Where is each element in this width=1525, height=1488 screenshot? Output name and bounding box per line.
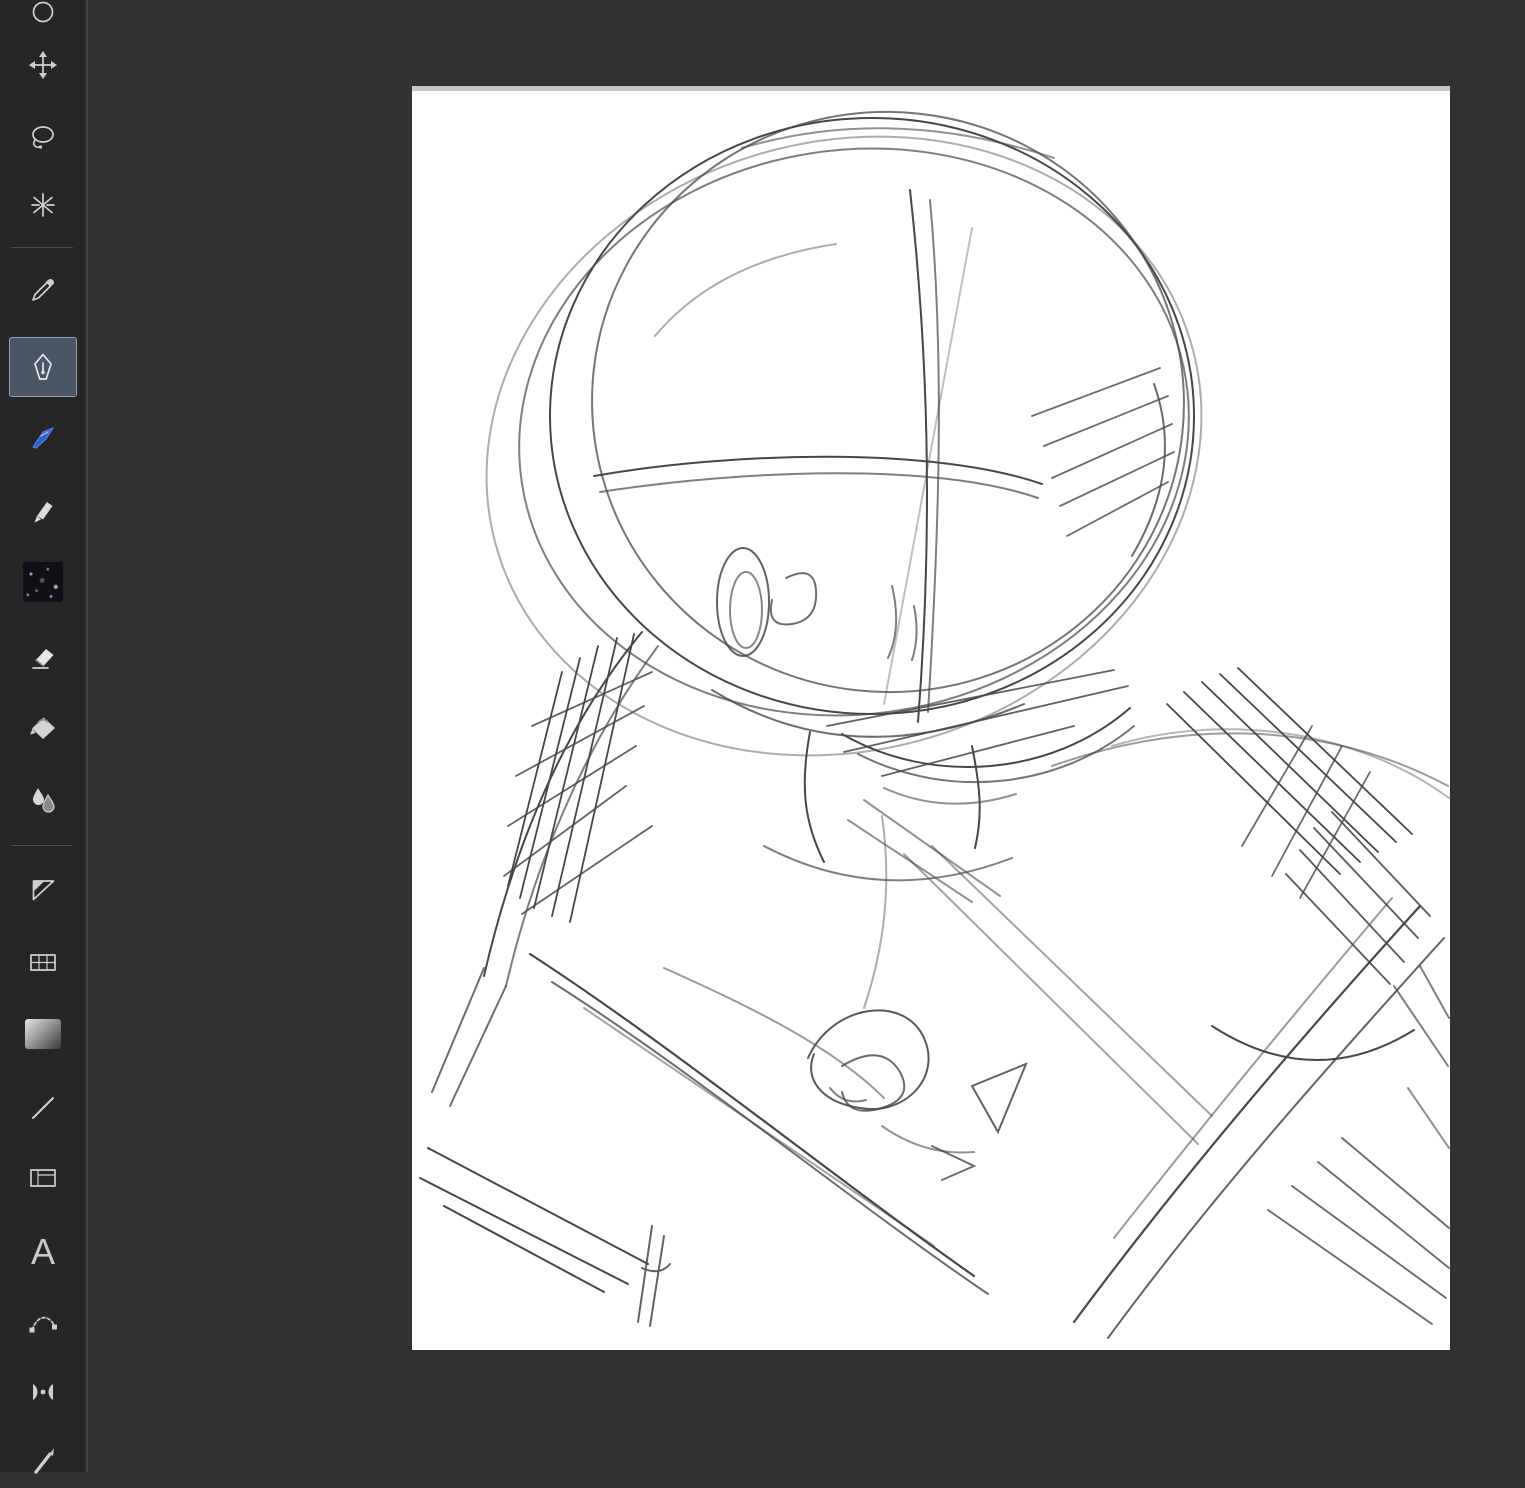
- lasso-icon: [32, 126, 54, 149]
- tool-marker[interactable]: [15, 482, 71, 538]
- tool-blend[interactable]: [15, 772, 71, 828]
- blue-pencil-icon: [32, 426, 55, 449]
- text-icon: A: [30, 1231, 55, 1272]
- tool-color-indicator[interactable]: [15, 0, 71, 40]
- sketch-drawing: [412, 86, 1450, 1339]
- circle-icon: [32, 1, 54, 23]
- marker-icon: [34, 502, 53, 523]
- tool-figure[interactable]: [15, 862, 71, 918]
- tool-eyedropper[interactable]: [15, 262, 71, 318]
- pen-icon: [34, 353, 52, 380]
- tool-decoration[interactable]: [15, 554, 71, 610]
- tool-sidebar: A: [0, 0, 88, 1474]
- eraser-icon: [32, 649, 54, 669]
- line-icon: [32, 1097, 54, 1119]
- tool-brush[interactable]: [15, 1432, 71, 1488]
- tool-pen[interactable]: [9, 337, 77, 397]
- tool-lasso[interactable]: [15, 109, 71, 165]
- tool-fill[interactable]: [15, 700, 71, 756]
- tool-pencil[interactable]: [15, 410, 71, 466]
- paint-bucket-icon: [30, 717, 55, 739]
- grid-icon: [30, 954, 56, 971]
- magic-wand-icon: [31, 193, 55, 217]
- brush-icon: [34, 1448, 54, 1474]
- tool-symmetry[interactable]: [15, 1364, 71, 1420]
- texture-brush-icon: [23, 562, 63, 602]
- tool-text[interactable]: A: [15, 1224, 71, 1280]
- drawing-canvas[interactable]: [412, 86, 1450, 1350]
- tool-frame[interactable]: [15, 1150, 71, 1206]
- workspace: [88, 0, 1525, 1472]
- tool-path[interactable]: [15, 1294, 71, 1350]
- tool-auto-select[interactable]: [15, 177, 71, 233]
- tool-gradient[interactable]: [15, 1006, 71, 1062]
- frame-icon: [30, 1169, 56, 1187]
- toolbar-divider: [11, 845, 73, 846]
- eyedropper-icon: [32, 278, 55, 301]
- tool-grid[interactable]: [15, 934, 71, 990]
- curve-points-icon: [29, 1316, 57, 1333]
- blend-drops-icon: [33, 788, 55, 813]
- flag-icon: [32, 880, 55, 901]
- move-icon: [29, 51, 57, 79]
- tool-move[interactable]: [15, 37, 71, 93]
- tool-eraser[interactable]: [15, 628, 71, 684]
- toolbar-divider: [11, 247, 73, 248]
- bow-icon: [33, 1384, 53, 1400]
- gradient-square-icon: [25, 1019, 61, 1049]
- tool-line[interactable]: [15, 1080, 71, 1136]
